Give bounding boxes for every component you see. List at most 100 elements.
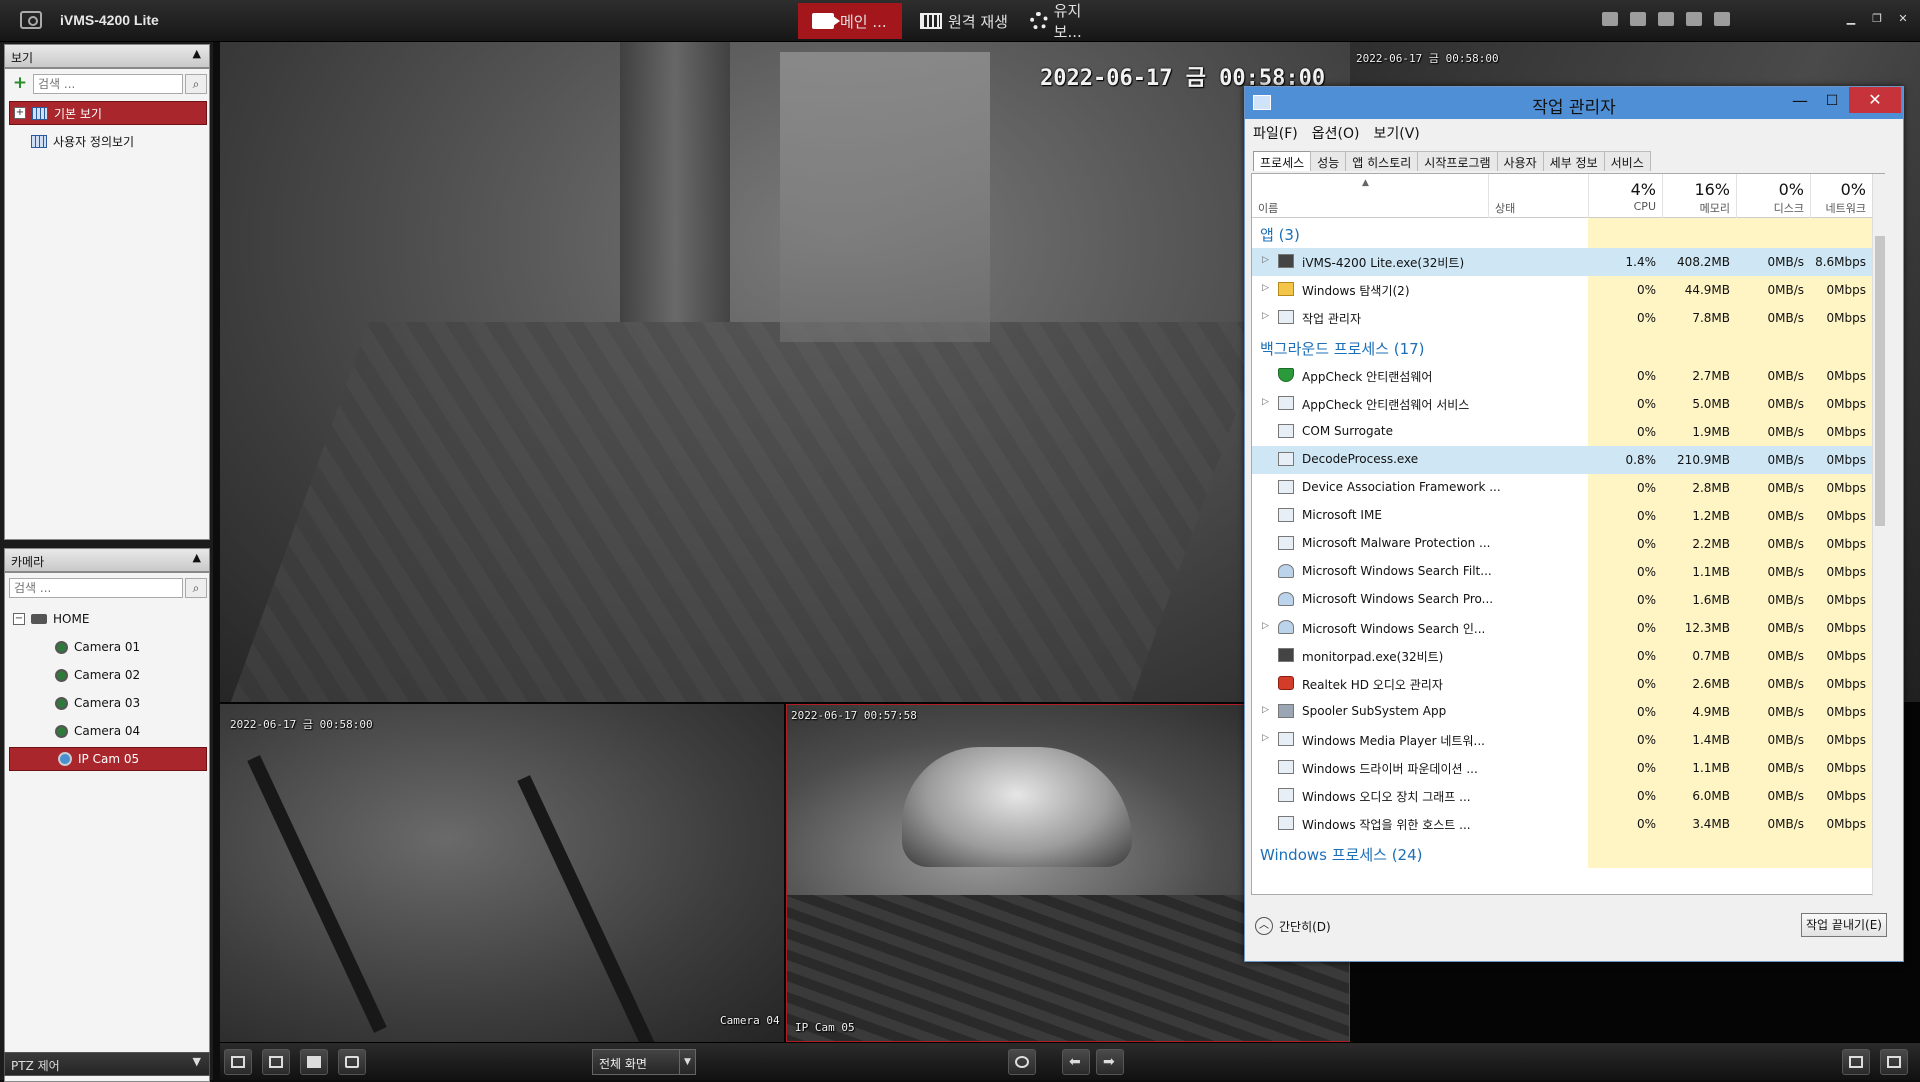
list-icon[interactable] (1630, 12, 1646, 26)
process-row[interactable]: ▷ Windows Media Player 네트워... 0% 1.4MB 0MB/s… (1252, 726, 1872, 754)
process-row[interactable]: Device Association Framework ... 0% 2.8MB 0… (1252, 474, 1872, 502)
chevron-up-icon[interactable]: ▲ (193, 47, 201, 60)
nav-tab-remote-playback[interactable]: 원격 재생 (906, 3, 1026, 39)
process-row[interactable]: Realtek HD 오디오 관리자 0% 2.6MB 0MB/s 0Mbps (1252, 670, 1872, 698)
close-button[interactable]: ✕ (1892, 10, 1914, 28)
tab-details[interactable]: 세부 정보 (1542, 151, 1605, 171)
camera-item-selected[interactable]: IP Cam 05 (9, 747, 207, 771)
lock-icon[interactable] (1714, 12, 1730, 26)
scrollbar[interactable] (1872, 174, 1886, 896)
stop-all-button[interactable] (300, 1049, 328, 1075)
chevron-up-icon[interactable]: ▲ (193, 551, 201, 564)
column-disk[interactable]: 0% 디스크 (1736, 174, 1810, 218)
camera-item[interactable]: Camera 04 (51, 719, 207, 743)
chevron-down-icon[interactable]: ▼ (193, 1055, 201, 1068)
maximize-button[interactable]: ☐ (1815, 89, 1849, 113)
process-row[interactable]: monitorpad.exe(32비트) 0% 0.7MB 0MB/s 0Mbps (1252, 642, 1872, 670)
process-row[interactable]: Microsoft Malware Protection ... 0% 2.2MB 0… (1252, 530, 1872, 558)
process-row[interactable]: Windows 작업을 위한 호스트 ... 0% 3.4MB 0MB/s 0Mbps (1252, 810, 1872, 838)
chevron-down-icon[interactable]: ▼ (679, 1050, 695, 1074)
nav-tab-main[interactable]: 메인 ... (798, 3, 902, 39)
process-row[interactable]: Microsoft IME 0% 1.2MB 0MB/s 0Mbps (1252, 502, 1872, 530)
expand-arrow-icon[interactable]: ▷ (1262, 397, 1269, 407)
expand-arrow-icon[interactable]: ▷ (1262, 621, 1269, 631)
camera-search-input[interactable] (9, 578, 183, 598)
nav-tab-maintenance[interactable]: 유지 보... (1016, 2, 1126, 41)
refresh-button[interactable] (1008, 1049, 1036, 1075)
screen-mode-select[interactable]: 전체 화면 ▼ (592, 1049, 696, 1075)
column-name[interactable]: ▲ 이름 (1252, 174, 1488, 218)
process-row[interactable]: ▷ Windows 탐색기(2) 0% 44.9MB 0MB/s 0Mbps (1252, 276, 1872, 304)
fewer-details-toggle[interactable]: ︿ 간단히(D) (1255, 917, 1331, 935)
process-row[interactable]: Windows 드라이버 파운데이션 ... 0% 1.1MB 0MB/s 0Mbps (1252, 754, 1872, 782)
camera-item[interactable]: Camera 01 (51, 635, 207, 659)
process-row[interactable]: DecodeProcess.exe 0.8% 210.9MB 0MB/s 0Mbps (1252, 446, 1872, 474)
camera-panel-header[interactable]: 카메라 ▲ (4, 548, 210, 572)
tab-performance[interactable]: 성능 (1310, 151, 1347, 171)
next-page-button[interactable]: ➡ (1096, 1049, 1124, 1075)
layout-button[interactable] (262, 1049, 290, 1075)
column-cpu[interactable]: 4% CPU (1588, 174, 1662, 218)
process-row[interactable]: ▷ 작업 관리자 0% 7.8MB 0MB/s 0Mbps (1252, 304, 1872, 332)
cloud-icon[interactable] (1602, 12, 1618, 26)
expand-arrow-icon[interactable]: ▷ (1262, 311, 1269, 321)
tab-users[interactable]: 사용자 (1496, 151, 1544, 171)
process-group-header[interactable]: 백그라운드 프로세스 (17) (1252, 332, 1872, 362)
process-row[interactable]: COM Surrogate 0% 1.9MB 0MB/s 0Mbps (1252, 418, 1872, 446)
chart-icon[interactable] (1658, 12, 1674, 26)
view-item-default[interactable]: + 기본 보기 (9, 101, 207, 125)
restore-button[interactable]: ❐ (1866, 10, 1888, 28)
tab-app-history[interactable]: 앱 히스토리 (1345, 151, 1419, 171)
window-division-button[interactable] (1842, 1049, 1870, 1075)
minimize-button[interactable]: ▁ (1840, 10, 1862, 28)
column-status[interactable]: 상태 (1488, 174, 1588, 218)
tab-processes[interactable]: 프로세스 (1253, 151, 1312, 171)
process-row[interactable]: AppCheck 안티랜섬웨어 0% 2.7MB 0MB/s 0Mbps (1252, 362, 1872, 390)
collapse-icon[interactable]: − (13, 613, 25, 625)
ptz-panel-header[interactable]: PTZ 제어 ▼ (4, 1052, 210, 1076)
volume-button[interactable] (338, 1049, 366, 1075)
view-item-custom[interactable]: 사용자 정의보기 (27, 129, 207, 153)
expand-icon[interactable]: + (14, 107, 26, 119)
menu-file[interactable]: 파일(F) (1253, 123, 1298, 142)
process-row[interactable]: ▷ AppCheck 안티랜섬웨어 서비스 0% 5.0MB 0MB/s 0Mbps (1252, 390, 1872, 418)
device-home[interactable]: − HOME (9, 607, 207, 631)
camera-item[interactable]: Camera 03 (51, 691, 207, 715)
camera-item[interactable]: Camera 02 (51, 663, 207, 687)
menu-options[interactable]: 옵션(O) (1312, 123, 1360, 142)
view-panel-header[interactable]: 보기 ▲ (4, 44, 210, 68)
minimize-button[interactable]: — (1783, 89, 1817, 113)
process-row[interactable]: Windows 오디오 장치 그래프 ... 0% 6.0MB 0MB/s 0Mbps (1252, 782, 1872, 810)
column-network[interactable]: 0% 네트워크 (1810, 174, 1872, 218)
expand-arrow-icon[interactable]: ▷ (1262, 283, 1269, 293)
tab-services[interactable]: 서비스 (1603, 151, 1651, 171)
video-window-1[interactable]: 2022-06-17 금 00:58:00 Ca (220, 42, 1350, 702)
fullscreen-button[interactable] (1880, 1049, 1908, 1075)
scrollbar-thumb[interactable] (1875, 236, 1885, 526)
expand-arrow-icon[interactable]: ▷ (1262, 255, 1269, 265)
video-window-3[interactable]: 2022-06-17 금 00:58:00 Camera 04 (220, 704, 784, 1042)
menu-view[interactable]: 보기(V) (1373, 123, 1419, 142)
process-row[interactable]: ▷ Microsoft Windows Search 인... 0% 12.3MB 0M… (1252, 614, 1872, 642)
process-group-header[interactable]: 앱 (3) (1252, 218, 1872, 248)
search-icon[interactable]: ⌕ (185, 578, 207, 598)
expand-arrow-icon[interactable]: ▷ (1262, 733, 1269, 743)
process-group-header[interactable]: Windows 프로세스 (24) (1252, 838, 1872, 868)
process-row[interactable]: Microsoft Windows Search Filt... 0% 1.1MB 0… (1252, 558, 1872, 586)
add-view-button[interactable]: + (11, 75, 29, 93)
end-task-button[interactable]: 작업 끝내기(E) (1801, 913, 1887, 937)
user-icon[interactable] (1686, 12, 1702, 26)
save-view-button[interactable] (224, 1049, 252, 1075)
process-row[interactable]: ▷ iVMS-4200 Lite.exe(32비트) 1.4% 408.2MB 0MB/… (1252, 248, 1872, 276)
close-button[interactable]: ✕ (1849, 87, 1901, 113)
process-row[interactable]: ▷ Spooler SubSystem App 0% 4.9MB 0MB/s 0Mbps (1252, 698, 1872, 726)
view-search-input[interactable] (33, 74, 183, 94)
expand-arrow-icon[interactable]: ▷ (1262, 705, 1269, 715)
previous-page-button[interactable]: ⬅ (1062, 1049, 1090, 1075)
process-row[interactable]: Microsoft Windows Search Pro... 0% 1.6MB 0M… (1252, 586, 1872, 614)
tab-startup[interactable]: 시작프로그램 (1417, 151, 1498, 171)
column-memory[interactable]: 16% 메모리 (1662, 174, 1736, 218)
search-icon[interactable]: ⌕ (185, 74, 207, 94)
process-net-cell: 0Mbps (1810, 502, 1872, 530)
task-manager-titlebar[interactable]: 작업 관리자 — ☐ ✕ (1245, 87, 1903, 119)
